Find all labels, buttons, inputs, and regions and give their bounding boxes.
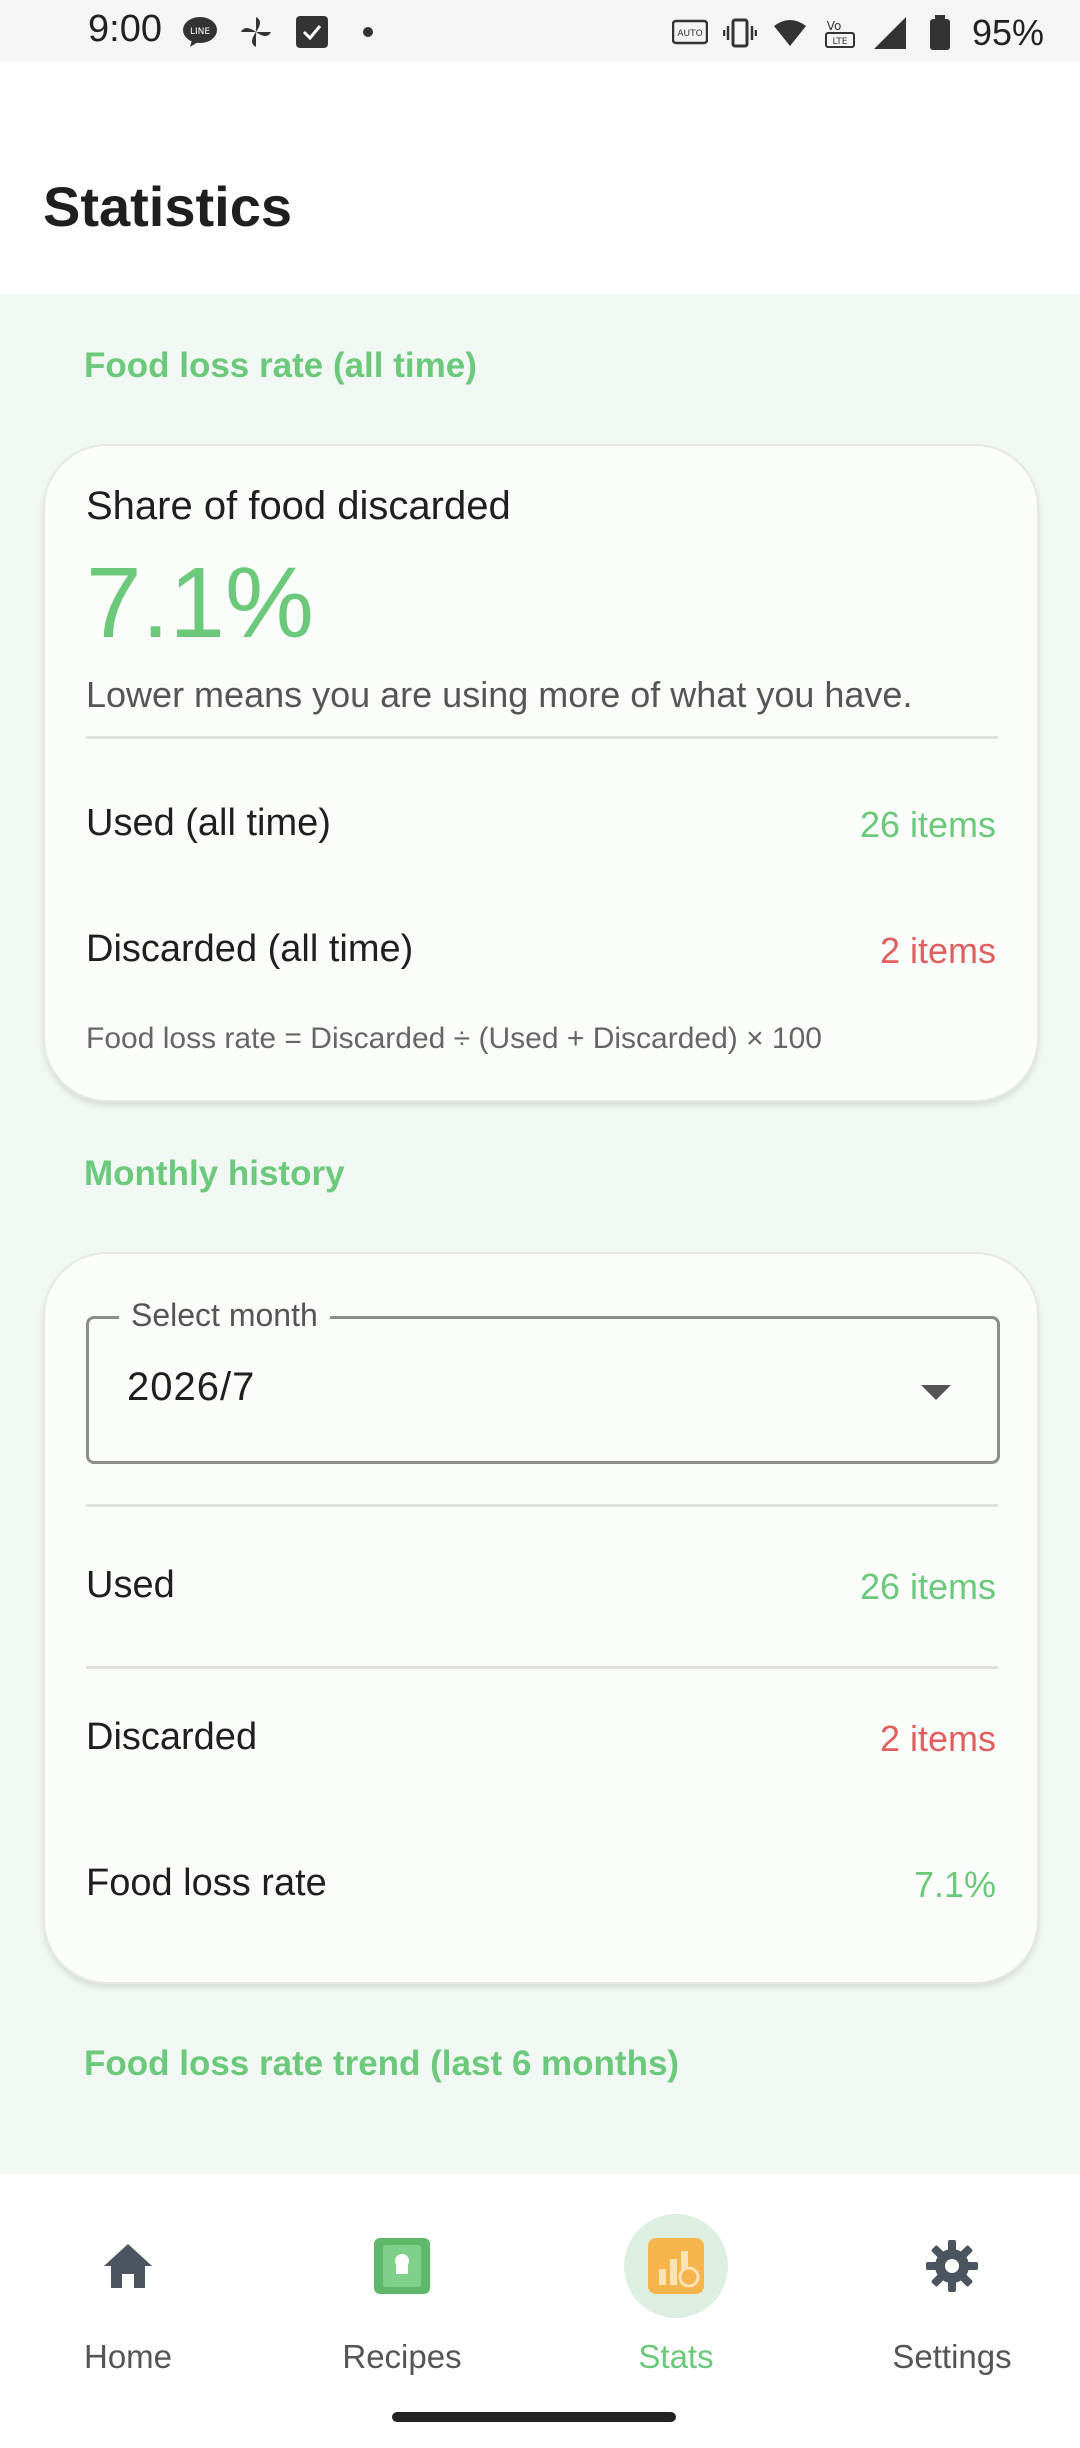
svg-text:LTE: LTE [832, 37, 847, 47]
monthly-loss-rate-value: 7.1% [913, 1864, 996, 1905]
wifi-icon [772, 15, 808, 51]
svg-text:Vo: Vo [827, 19, 842, 33]
nav-label-stats: Stats [638, 2338, 714, 2375]
nav-label-home: Home [83, 2338, 173, 2375]
monthly-used-label: Used [86, 1564, 175, 1606]
app-header: Statistics [0, 62, 1080, 294]
card-heading: Share of food discarded [86, 484, 511, 528]
used-all-time-label: Used (all time) [86, 802, 331, 844]
home-icon [76, 2214, 180, 2318]
divider [86, 736, 998, 739]
more-notifications-dot-icon [350, 14, 386, 50]
system-icons: AUTO Vo LTE 95% [671, 12, 1044, 54]
used-all-time-value: 26 items [859, 804, 996, 845]
battery-percent: 95% [971, 12, 1044, 53]
auto-hd-icon: AUTO [671, 15, 708, 51]
monthly-used-value: 26 items [859, 1566, 996, 1607]
chevron-down-icon[interactable] [921, 1385, 951, 1400]
bottom-navigation: Home Recipes Stats Settings [0, 2174, 1080, 2448]
nav-item-home[interactable]: Home [28, 2214, 228, 2376]
section-title-trend: Food loss rate trend (last 6 months) [84, 2044, 680, 2083]
divider [86, 1504, 998, 1507]
vibrate-icon [722, 15, 758, 51]
svg-text:AUTO: AUTO [677, 29, 702, 39]
divider [86, 1666, 998, 1669]
status-bar: 9:00 LINE AUTO Vo LTE 95% [0, 0, 1080, 62]
nav-label-settings: Settings [892, 2338, 1012, 2375]
battery-icon [922, 15, 958, 51]
status-time: 9:00 [88, 8, 162, 50]
stats-chart-icon [624, 2214, 728, 2318]
overall-loss-rate: 7.1% [86, 547, 314, 659]
line-app-icon: LINE [182, 14, 218, 50]
nav-item-stats[interactable]: Stats [576, 2214, 776, 2376]
page-title: Statistics [43, 175, 292, 238]
month-select-label: Select month [119, 1297, 330, 1334]
nav-label-recipes: Recipes [342, 2338, 462, 2375]
nav-item-settings[interactable]: Settings [852, 2214, 1052, 2376]
svg-text:LINE: LINE [190, 27, 210, 37]
card-subtitle: Lower means you are using more of what y… [86, 674, 913, 715]
task-check-icon [294, 14, 330, 50]
month-select[interactable]: Select month 2026/7 [86, 1297, 1000, 1464]
volte-icon: Vo LTE [822, 15, 858, 51]
home-indicator[interactable] [392, 2412, 676, 2422]
stats-content[interactable]: Food loss rate (all time) Share of food … [0, 294, 1080, 2174]
gear-icon [900, 2214, 1004, 2318]
cell-signal-icon [872, 15, 908, 51]
section-title-overall: Food loss rate (all time) [84, 346, 477, 385]
section-title-monthly: Monthly history [84, 1154, 345, 1193]
recipe-book-icon [350, 2214, 454, 2318]
monthly-discarded-value: 2 items [879, 1718, 996, 1759]
notification-icons: LINE [182, 14, 386, 50]
monthly-loss-rate-label: Food loss rate [86, 1862, 327, 1904]
monthly-history-card: Select month 2026/7 Used 26 items Discar… [43, 1252, 1039, 1984]
nav-item-recipes[interactable]: Recipes [302, 2214, 502, 2376]
monthly-discarded-label: Discarded [86, 1716, 258, 1758]
pinwheel-app-icon [238, 14, 274, 50]
loss-rate-formula: Food loss rate = Discarded ÷ (Used + Dis… [86, 1022, 822, 1055]
month-select-value: 2026/7 [127, 1365, 256, 1409]
discarded-all-time-value: 2 items [879, 930, 996, 971]
overall-loss-card: Share of food discarded 7.1% Lower means… [43, 444, 1039, 1102]
discarded-all-time-label: Discarded (all time) [86, 928, 414, 970]
